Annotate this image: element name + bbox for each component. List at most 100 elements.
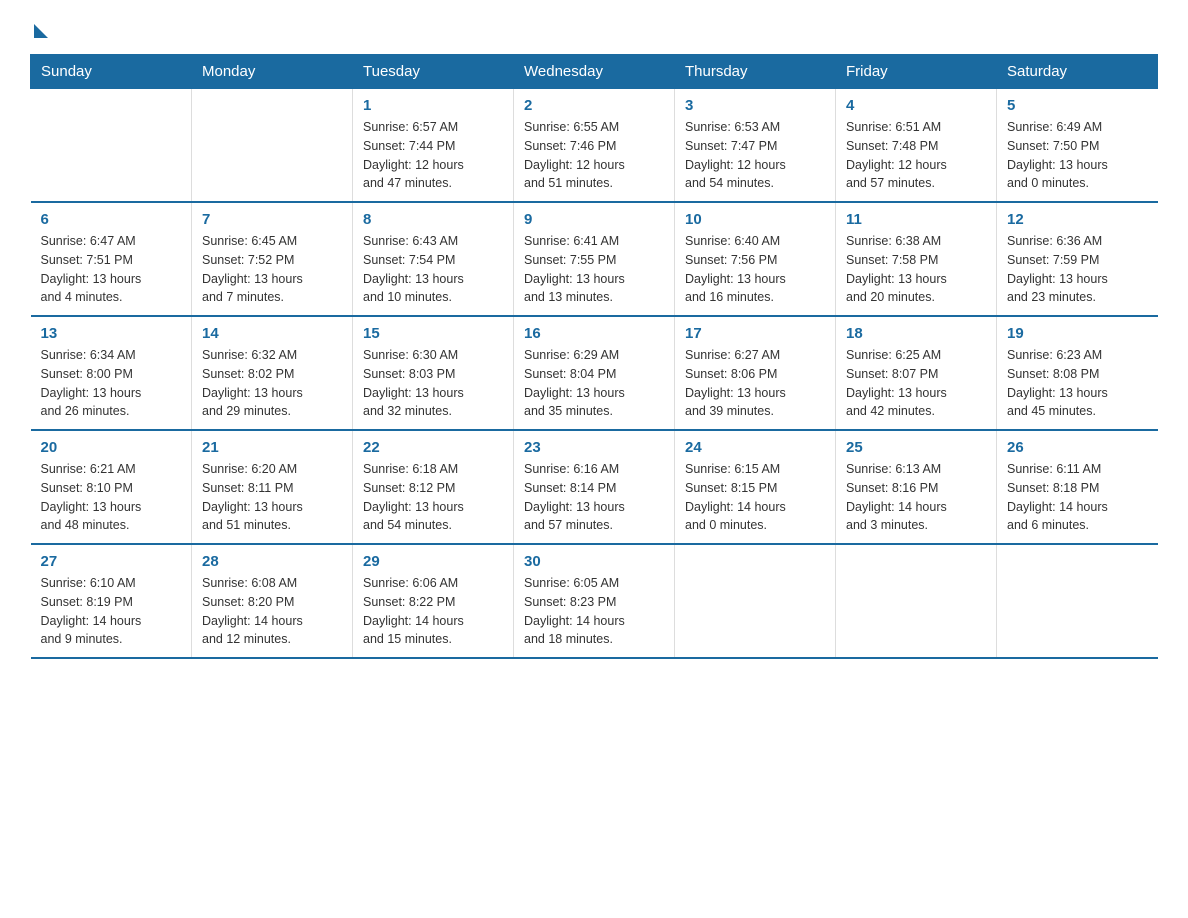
calendar-cell: 11 Sunrise: 6:38 AM Sunset: 7:58 PM Dayli… <box>836 202 997 316</box>
calendar-cell <box>675 544 836 658</box>
calendar-week-row: 13Sunrise: 6:34 AM Sunset: 8:00 PM Dayli… <box>31 316 1158 430</box>
calendar-cell: 7 Sunrise: 6:45 AM Sunset: 7:52 PM Daylig… <box>192 202 353 316</box>
calendar-cell <box>836 544 997 658</box>
calendar-cell: 3 Sunrise: 6:53 AM Sunset: 7:47 PM Daylig… <box>675 89 836 203</box>
day-info: Sunrise: 6:11 AM Sunset: 8:18 PM Dayligh… <box>1007 460 1148 535</box>
day-info: Sunrise: 6:23 AM Sunset: 8:08 PM Dayligh… <box>1007 346 1148 421</box>
calendar-cell: 8 Sunrise: 6:43 AM Sunset: 7:54 PM Daylig… <box>353 202 514 316</box>
day-number: 16 <box>524 325 664 342</box>
day-info: Sunrise: 6:41 AM Sunset: 7:55 PM Dayligh… <box>524 232 664 307</box>
day-info: Sunrise: 6:15 AM Sunset: 8:15 PM Dayligh… <box>685 460 825 535</box>
day-number: 25 <box>846 439 986 456</box>
day-number: 10 <box>685 211 825 228</box>
day-number: 30 <box>524 553 664 570</box>
weekday-header-sunday: Sunday <box>31 55 192 89</box>
day-number: 18 <box>846 325 986 342</box>
logo <box>30 20 48 34</box>
calendar-cell: 25 Sunrise: 6:13 AM Sunset: 8:16 PM Dayli… <box>836 430 997 544</box>
calendar-cell: 30 Sunrise: 6:05 AM Sunset: 8:23 PM Dayli… <box>514 544 675 658</box>
calendar-cell: 12 Sunrise: 6:36 AM Sunset: 7:59 PM Dayli… <box>997 202 1158 316</box>
day-info: Sunrise: 6:53 AM Sunset: 7:47 PM Dayligh… <box>685 118 825 193</box>
day-info: Sunrise: 6:18 AM Sunset: 8:12 PM Dayligh… <box>363 460 503 535</box>
calendar-cell: 1Sunrise: 6:57 AM Sunset: 7:44 PM Daylig… <box>353 89 514 203</box>
calendar-header-row: SundayMondayTuesdayWednesdayThursdayFrid… <box>31 55 1158 89</box>
calendar-cell: 9 Sunrise: 6:41 AM Sunset: 7:55 PM Daylig… <box>514 202 675 316</box>
weekday-header-tuesday: Tuesday <box>353 55 514 89</box>
calendar-cell <box>31 89 192 203</box>
day-info: Sunrise: 6:20 AM Sunset: 8:11 PM Dayligh… <box>202 460 342 535</box>
day-info: Sunrise: 6:05 AM Sunset: 8:23 PM Dayligh… <box>524 574 664 649</box>
weekday-header-thursday: Thursday <box>675 55 836 89</box>
day-info: Sunrise: 6:36 AM Sunset: 7:59 PM Dayligh… <box>1007 232 1148 307</box>
day-number: 7 <box>202 211 342 228</box>
day-info: Sunrise: 6:27 AM Sunset: 8:06 PM Dayligh… <box>685 346 825 421</box>
day-info: Sunrise: 6:16 AM Sunset: 8:14 PM Dayligh… <box>524 460 664 535</box>
day-number: 8 <box>363 211 503 228</box>
day-number: 6 <box>41 211 182 228</box>
calendar-table: SundayMondayTuesdayWednesdayThursdayFrid… <box>30 54 1158 659</box>
weekday-header-monday: Monday <box>192 55 353 89</box>
calendar-cell: 21 Sunrise: 6:20 AM Sunset: 8:11 PM Dayli… <box>192 430 353 544</box>
calendar-cell: 23 Sunrise: 6:16 AM Sunset: 8:14 PM Dayli… <box>514 430 675 544</box>
day-number: 21 <box>202 439 342 456</box>
day-info: Sunrise: 6:49 AM Sunset: 7:50 PM Dayligh… <box>1007 118 1148 193</box>
calendar-cell <box>997 544 1158 658</box>
calendar-week-row: 20 Sunrise: 6:21 AM Sunset: 8:10 PM Dayli… <box>31 430 1158 544</box>
day-number: 4 <box>846 97 986 114</box>
day-number: 29 <box>363 553 503 570</box>
day-number: 19 <box>1007 325 1148 342</box>
day-info: Sunrise: 6:51 AM Sunset: 7:48 PM Dayligh… <box>846 118 986 193</box>
day-number: 5 <box>1007 97 1148 114</box>
day-number: 14 <box>202 325 342 342</box>
calendar-cell: 16 Sunrise: 6:29 AM Sunset: 8:04 PM Dayli… <box>514 316 675 430</box>
day-info: Sunrise: 6:29 AM Sunset: 8:04 PM Dayligh… <box>524 346 664 421</box>
weekday-header-friday: Friday <box>836 55 997 89</box>
calendar-cell: 4 Sunrise: 6:51 AM Sunset: 7:48 PM Daylig… <box>836 89 997 203</box>
day-number: 13 <box>41 325 182 342</box>
calendar-cell: 17 Sunrise: 6:27 AM Sunset: 8:06 PM Dayli… <box>675 316 836 430</box>
day-number: 2 <box>524 97 664 114</box>
weekday-header-saturday: Saturday <box>997 55 1158 89</box>
day-info: Sunrise: 6:38 AM Sunset: 7:58 PM Dayligh… <box>846 232 986 307</box>
calendar-cell: 10Sunrise: 6:40 AM Sunset: 7:56 PM Dayli… <box>675 202 836 316</box>
day-info: Sunrise: 6:13 AM Sunset: 8:16 PM Dayligh… <box>846 460 986 535</box>
logo-arrow-icon <box>34 24 48 38</box>
day-info: Sunrise: 6:21 AM Sunset: 8:10 PM Dayligh… <box>41 460 182 535</box>
day-info: Sunrise: 6:43 AM Sunset: 7:54 PM Dayligh… <box>363 232 503 307</box>
calendar-cell: 24Sunrise: 6:15 AM Sunset: 8:15 PM Dayli… <box>675 430 836 544</box>
calendar-week-row: 6 Sunrise: 6:47 AM Sunset: 7:51 PM Daylig… <box>31 202 1158 316</box>
day-info: Sunrise: 6:06 AM Sunset: 8:22 PM Dayligh… <box>363 574 503 649</box>
day-info: Sunrise: 6:10 AM Sunset: 8:19 PM Dayligh… <box>41 574 182 649</box>
day-number: 23 <box>524 439 664 456</box>
day-number: 27 <box>41 553 182 570</box>
calendar-cell: 19 Sunrise: 6:23 AM Sunset: 8:08 PM Dayli… <box>997 316 1158 430</box>
day-number: 17 <box>685 325 825 342</box>
day-number: 28 <box>202 553 342 570</box>
day-info: Sunrise: 6:25 AM Sunset: 8:07 PM Dayligh… <box>846 346 986 421</box>
day-info: Sunrise: 6:57 AM Sunset: 7:44 PM Dayligh… <box>363 118 503 193</box>
calendar-cell: 26 Sunrise: 6:11 AM Sunset: 8:18 PM Dayli… <box>997 430 1158 544</box>
day-info: Sunrise: 6:30 AM Sunset: 8:03 PM Dayligh… <box>363 346 503 421</box>
day-number: 3 <box>685 97 825 114</box>
day-number: 11 <box>846 211 986 228</box>
calendar-cell: 18 Sunrise: 6:25 AM Sunset: 8:07 PM Dayli… <box>836 316 997 430</box>
calendar-cell: 14 Sunrise: 6:32 AM Sunset: 8:02 PM Dayli… <box>192 316 353 430</box>
calendar-cell: 6 Sunrise: 6:47 AM Sunset: 7:51 PM Daylig… <box>31 202 192 316</box>
weekday-header-wednesday: Wednesday <box>514 55 675 89</box>
day-info: Sunrise: 6:32 AM Sunset: 8:02 PM Dayligh… <box>202 346 342 421</box>
calendar-cell: 5 Sunrise: 6:49 AM Sunset: 7:50 PM Daylig… <box>997 89 1158 203</box>
day-info: Sunrise: 6:45 AM Sunset: 7:52 PM Dayligh… <box>202 232 342 307</box>
calendar-cell <box>192 89 353 203</box>
day-number: 26 <box>1007 439 1148 456</box>
calendar-cell: 29 Sunrise: 6:06 AM Sunset: 8:22 PM Dayli… <box>353 544 514 658</box>
calendar-cell: 2Sunrise: 6:55 AM Sunset: 7:46 PM Daylig… <box>514 89 675 203</box>
calendar-week-row: 27 Sunrise: 6:10 AM Sunset: 8:19 PM Dayli… <box>31 544 1158 658</box>
day-info: Sunrise: 6:47 AM Sunset: 7:51 PM Dayligh… <box>41 232 182 307</box>
day-number: 15 <box>363 325 503 342</box>
day-number: 20 <box>41 439 182 456</box>
calendar-week-row: 1Sunrise: 6:57 AM Sunset: 7:44 PM Daylig… <box>31 89 1158 203</box>
day-number: 12 <box>1007 211 1148 228</box>
page-header <box>30 20 1158 34</box>
day-number: 9 <box>524 211 664 228</box>
calendar-cell: 27 Sunrise: 6:10 AM Sunset: 8:19 PM Dayli… <box>31 544 192 658</box>
